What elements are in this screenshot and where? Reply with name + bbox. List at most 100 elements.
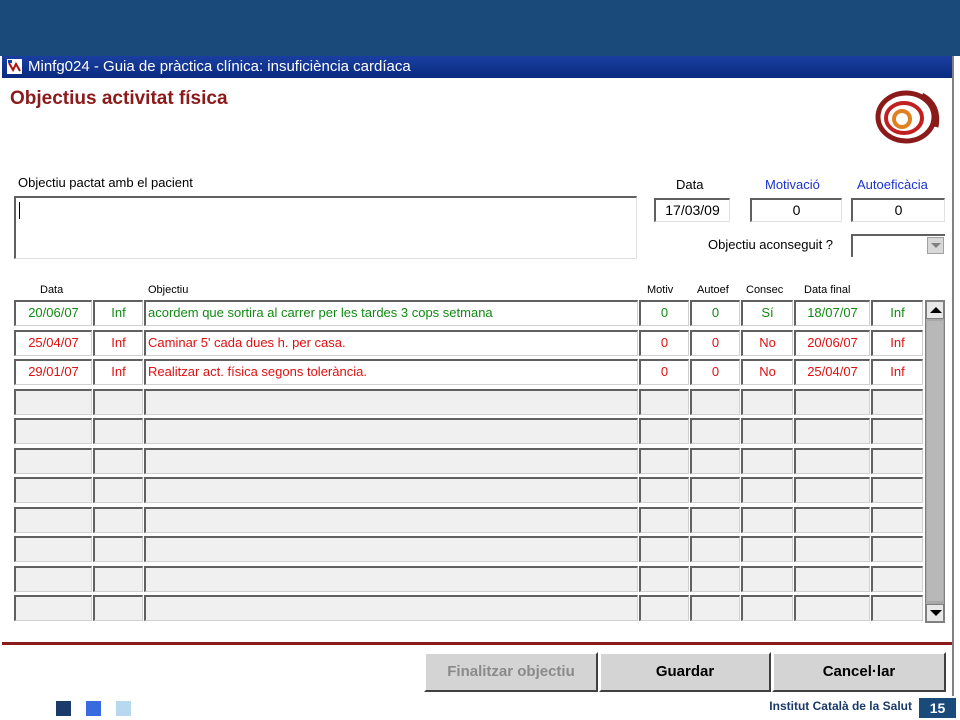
cell-objective[interactable] <box>144 389 638 415</box>
cell-autoef[interactable]: 0 <box>690 359 740 385</box>
cell-consec[interactable] <box>741 507 793 533</box>
cell-date-final[interactable] <box>794 536 870 562</box>
cell-motiv[interactable]: 0 <box>639 359 689 385</box>
cell-date-final[interactable]: 18/07/07 <box>794 300 870 326</box>
cell-objective[interactable]: Realitzar act. física segons tolerància. <box>144 359 638 385</box>
cell-consec[interactable]: Sí <box>741 300 793 326</box>
cell-date[interactable] <box>14 389 92 415</box>
cell-objective[interactable] <box>144 595 638 621</box>
cell-inf[interactable] <box>93 566 143 592</box>
cell-consec[interactable] <box>741 595 793 621</box>
cell-inf-final[interactable] <box>871 389 923 415</box>
cell-inf-final[interactable] <box>871 507 923 533</box>
cell-date[interactable] <box>14 418 92 444</box>
scroll-thumb[interactable] <box>927 321 943 601</box>
cell-consec[interactable] <box>741 566 793 592</box>
cell-objective[interactable] <box>144 418 638 444</box>
cell-autoef[interactable]: 0 <box>690 330 740 356</box>
cell-inf[interactable] <box>93 477 143 503</box>
cell-date[interactable]: 29/01/07 <box>14 359 92 385</box>
cell-date-final[interactable]: 20/06/07 <box>794 330 870 356</box>
selfefficacy-field[interactable]: 0 <box>851 198 945 222</box>
cell-inf[interactable]: Inf <box>93 330 143 356</box>
cell-objective[interactable] <box>144 448 638 474</box>
cell-inf-final[interactable]: Inf <box>871 359 923 385</box>
cell-inf[interactable] <box>93 389 143 415</box>
cell-inf-final[interactable] <box>871 536 923 562</box>
cell-date[interactable]: 20/06/07 <box>14 300 92 326</box>
cell-autoef[interactable] <box>690 566 740 592</box>
cell-autoef[interactable]: 0 <box>690 300 740 326</box>
cell-date-final[interactable] <box>794 389 870 415</box>
cell-autoef[interactable] <box>690 418 740 444</box>
cancel-button[interactable]: Cancel·lar <box>772 652 946 692</box>
cell-objective[interactable]: acordem que sortira al carrer per les ta… <box>144 300 638 326</box>
cell-objective[interactable] <box>144 536 638 562</box>
cell-consec[interactable] <box>741 477 793 503</box>
cell-motiv[interactable] <box>639 595 689 621</box>
cell-autoef[interactable] <box>690 536 740 562</box>
cell-date[interactable] <box>14 566 92 592</box>
cell-date-final[interactable] <box>794 566 870 592</box>
cell-inf-final[interactable]: Inf <box>871 300 923 326</box>
cell-autoef[interactable] <box>690 448 740 474</box>
cell-date-final[interactable] <box>794 595 870 621</box>
cell-autoef[interactable] <box>690 477 740 503</box>
date-field[interactable]: 17/03/09 <box>654 198 730 222</box>
cell-inf-final[interactable] <box>871 595 923 621</box>
cell-consec[interactable] <box>741 418 793 444</box>
table-scrollbar[interactable] <box>925 300 945 623</box>
cell-date[interactable] <box>14 448 92 474</box>
cell-date[interactable] <box>14 536 92 562</box>
cell-inf[interactable]: Inf <box>93 300 143 326</box>
motivation-field[interactable]: 0 <box>750 198 842 222</box>
cell-inf-final[interactable] <box>871 477 923 503</box>
cell-date-final[interactable] <box>794 418 870 444</box>
cell-objective[interactable] <box>144 566 638 592</box>
cell-inf-final[interactable] <box>871 566 923 592</box>
cell-motiv[interactable] <box>639 389 689 415</box>
goal-textarea[interactable] <box>14 196 637 259</box>
cell-objective[interactable]: Caminar 5' cada dues h. per casa. <box>144 330 638 356</box>
cell-inf-final[interactable] <box>871 448 923 474</box>
cell-date-final[interactable]: 25/04/07 <box>794 359 870 385</box>
cell-inf[interactable] <box>93 595 143 621</box>
cell-inf[interactable] <box>93 418 143 444</box>
chevron-down-icon[interactable] <box>927 237 944 254</box>
cell-objective[interactable] <box>144 507 638 533</box>
cell-objective[interactable] <box>144 477 638 503</box>
cell-date[interactable] <box>14 507 92 533</box>
finish-objective-button[interactable]: Finalitzar objectiu <box>424 652 598 692</box>
cell-inf[interactable] <box>93 507 143 533</box>
cell-inf[interactable]: Inf <box>93 359 143 385</box>
cell-inf[interactable] <box>93 448 143 474</box>
cell-autoef[interactable] <box>690 595 740 621</box>
cell-consec[interactable] <box>741 389 793 415</box>
cell-autoef[interactable] <box>690 507 740 533</box>
cell-consec[interactable] <box>741 448 793 474</box>
cell-date-final[interactable] <box>794 448 870 474</box>
cell-date[interactable]: 25/04/07 <box>14 330 92 356</box>
scroll-up-icon[interactable] <box>926 301 944 319</box>
cell-motiv[interactable] <box>639 507 689 533</box>
cell-motiv[interactable] <box>639 566 689 592</box>
cell-date[interactable] <box>14 595 92 621</box>
cell-inf-final[interactable] <box>871 418 923 444</box>
cell-autoef[interactable] <box>690 389 740 415</box>
cell-date[interactable] <box>14 477 92 503</box>
cell-motiv[interactable] <box>639 477 689 503</box>
achieved-select[interactable] <box>851 234 945 257</box>
cell-date-final[interactable] <box>794 477 870 503</box>
cell-motiv[interactable]: 0 <box>639 300 689 326</box>
save-button[interactable]: Guardar <box>599 652 771 692</box>
cell-date-final[interactable] <box>794 507 870 533</box>
cell-consec[interactable]: No <box>741 330 793 356</box>
cell-inf-final[interactable]: Inf <box>871 330 923 356</box>
cell-consec[interactable] <box>741 536 793 562</box>
cell-motiv[interactable]: 0 <box>639 330 689 356</box>
cell-motiv[interactable] <box>639 536 689 562</box>
cell-motiv[interactable] <box>639 448 689 474</box>
cell-inf[interactable] <box>93 536 143 562</box>
scroll-down-icon[interactable] <box>926 604 944 622</box>
cell-consec[interactable]: No <box>741 359 793 385</box>
